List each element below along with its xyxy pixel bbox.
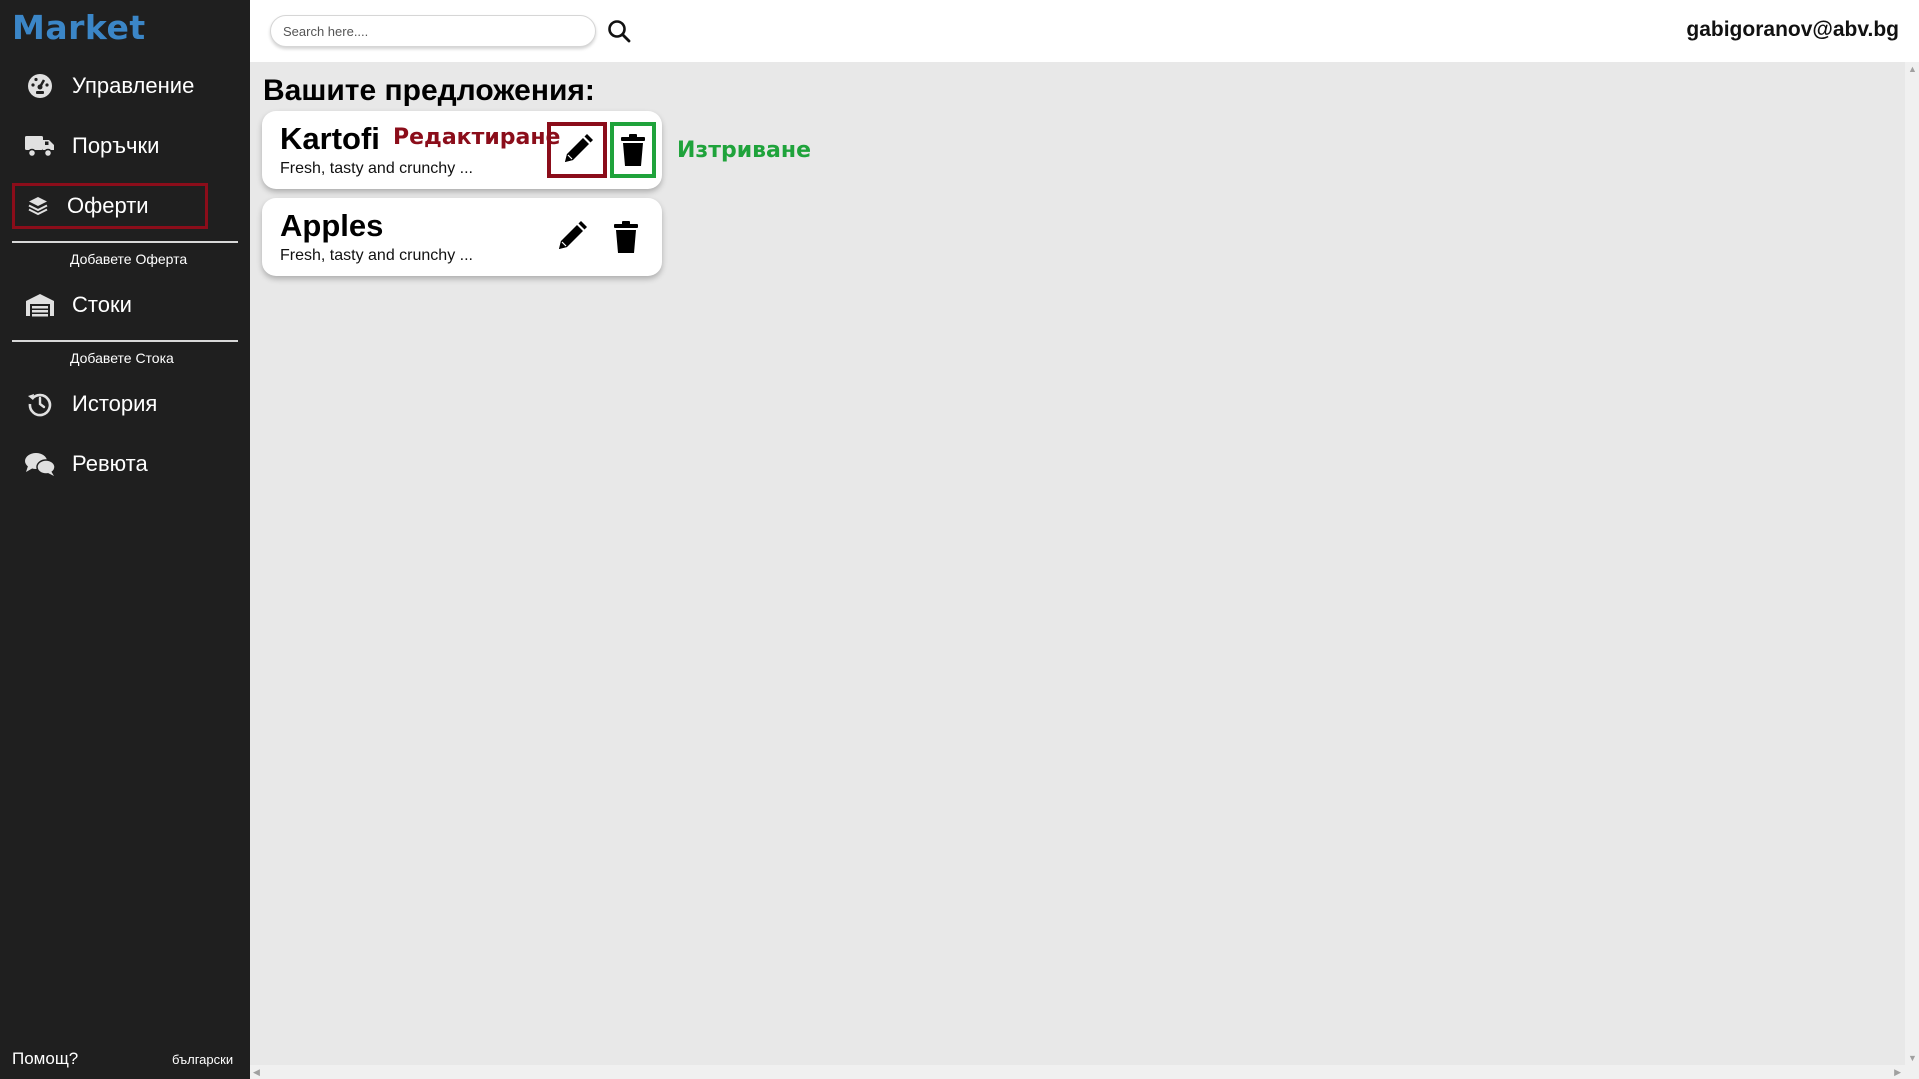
pencil-icon [565,134,593,162]
add-offer-link[interactable]: Добавете Оферта [70,251,187,267]
sidebar-divider [12,241,238,243]
sidebar-item-label: Управление [72,73,195,98]
sidebar-item-history[interactable]: История [12,381,157,427]
horizontal-scrollbar[interactable]: ◀ ▶ [250,1065,1919,1079]
layers-icon [20,188,56,224]
comments-icon [22,446,58,482]
offer-name: Kartofi [280,121,380,156]
delete-button[interactable] [610,122,656,178]
offer-description: Fresh, tasty and crunchy ... [280,247,473,264]
truck-icon [22,128,58,164]
edit-button[interactable] [549,212,593,262]
help-link[interactable]: Помощ? [12,1049,78,1069]
sidebar-item-label: Поръчки [72,133,160,158]
sidebar-item-dashboard[interactable]: Управление [12,63,194,109]
dashboard-icon [22,68,58,104]
offer-card[interactable]: Kartofi Fresh, tasty and crunchy ... [262,111,662,189]
sidebar-item-orders[interactable]: Поръчки [12,123,159,169]
sidebar-divider [12,340,238,342]
search-icon [608,20,631,43]
delete-annotation-label: Изтриване [677,138,811,163]
search-input[interactable] [270,15,596,47]
warehouse-icon [22,287,58,323]
history-icon [22,386,58,422]
trash-icon [614,221,638,253]
scroll-right-icon[interactable]: ▶ [1894,1067,1901,1078]
scroll-down-icon[interactable]: ▼ [1908,1053,1917,1063]
vertical-scrollbar[interactable]: ▲ ▼ [1905,62,1919,1065]
sidebar-item-label: Стоки [72,292,132,317]
brand-logo[interactable]: Market [12,8,146,47]
add-product-link[interactable]: Добавете Стока [70,350,174,366]
edit-annotation-label: Редактиране [393,125,561,150]
scroll-up-icon[interactable]: ▲ [1908,64,1917,74]
offer-name: Apples [280,208,384,243]
delete-button[interactable] [604,212,648,262]
sidebar-item-reviews[interactable]: Ревюта [12,441,148,487]
sidebar-item-products[interactable]: Стоки [12,282,132,328]
page-title: Вашите предложения: [263,74,595,107]
sidebar-item-label: Ревюта [72,451,148,476]
top-bar: gabigoranov@abv.bg [250,0,1919,62]
offer-card[interactable]: Apples Fresh, tasty and crunchy ... [262,198,662,276]
scroll-left-icon[interactable]: ◀ [253,1067,260,1078]
sidebar-item-label: История [72,391,158,416]
offer-description: Fresh, tasty and crunchy ... [280,160,473,177]
trash-icon [621,134,645,166]
user-email[interactable]: gabigoranov@abv.bg [1686,18,1899,42]
sidebar-item-offers[interactable]: Оферти [12,183,208,229]
sidebar-item-label: Оферти [67,193,149,218]
sidebar: Market Управление Поръчки Оферти Добавет… [0,0,250,1079]
language-selector[interactable]: български [172,1052,233,1067]
pencil-icon [559,221,587,249]
search-button[interactable] [604,16,634,46]
